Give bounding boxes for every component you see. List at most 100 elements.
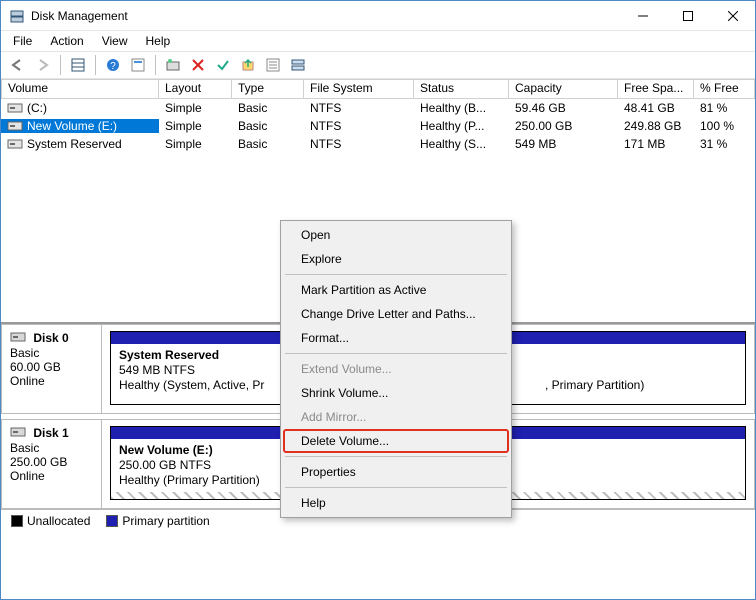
disk-type: Basic [10, 346, 39, 360]
cell-pfree: 31 % [694, 137, 754, 151]
back-button[interactable] [7, 54, 29, 76]
disk-id: Disk 1 [33, 426, 68, 440]
app-icon [9, 8, 25, 24]
context-menu: Open Explore Mark Partition as Active Ch… [280, 220, 512, 518]
cell-fs: NTFS [304, 137, 414, 151]
menu-help[interactable]: Help [138, 33, 179, 49]
ctx-properties[interactable]: Properties [283, 460, 509, 484]
disk-status: Online [10, 469, 45, 483]
refresh-icon[interactable] [162, 54, 184, 76]
table-row[interactable]: System Reserved Simple Basic NTFS Health… [1, 135, 755, 153]
partition-size: 250.00 GB NTFS [119, 458, 211, 472]
swatch-unallocated [11, 515, 23, 527]
close-button[interactable] [710, 1, 755, 30]
toolbar-separator [95, 55, 96, 75]
ctx-separator [285, 274, 507, 275]
col-percent-free[interactable]: % Free [694, 79, 755, 99]
list-icon[interactable] [262, 54, 284, 76]
cell-layout: Simple [159, 119, 232, 133]
ctx-shrink-volume[interactable]: Shrink Volume... [283, 381, 509, 405]
cell-fs: NTFS [304, 119, 414, 133]
toolbar-separator [60, 55, 61, 75]
cell-free: 48.41 GB [618, 101, 694, 115]
ctx-format[interactable]: Format... [283, 326, 509, 350]
ctx-change-letter[interactable]: Change Drive Letter and Paths... [283, 302, 509, 326]
partition-title: System Reserved [119, 348, 219, 362]
cell-fs: NTFS [304, 101, 414, 115]
partition[interactable]: System Reserved 549 MB NTFS Healthy (Sys… [110, 331, 285, 405]
partition-status: Healthy (System, Active, Pr [119, 378, 264, 392]
disk-label[interactable]: Disk 0 Basic 60.00 GB Online [2, 325, 102, 413]
legend-unallocated: Unallocated [11, 514, 90, 528]
col-status[interactable]: Status [414, 79, 509, 99]
volume-name: System Reserved [27, 137, 122, 151]
svg-text:?: ? [110, 61, 116, 72]
ctx-add-mirror: Add Mirror... [283, 405, 509, 429]
ctx-separator [285, 353, 507, 354]
col-volume[interactable]: Volume [1, 79, 159, 99]
ctx-delete-volume[interactable]: Delete Volume... [283, 429, 509, 453]
ctx-extend-volume: Extend Volume... [283, 357, 509, 381]
disk-type: Basic [10, 441, 39, 455]
detail-icon[interactable] [287, 54, 309, 76]
partition-status: , Primary Partition) [545, 378, 644, 392]
disk-label[interactable]: Disk 1 Basic 250.00 GB Online [2, 420, 102, 508]
table-row[interactable]: (C:) Simple Basic NTFS Healthy (B... 59.… [1, 99, 755, 117]
table-view-icon[interactable] [67, 54, 89, 76]
menu-file[interactable]: File [5, 33, 40, 49]
cell-capacity: 59.46 GB [509, 101, 618, 115]
partition-color-bar [111, 332, 284, 344]
partition-title: New Volume (E:) [119, 443, 213, 457]
drive-icon [7, 120, 23, 132]
disk-id: Disk 0 [33, 331, 68, 345]
menu-action[interactable]: Action [42, 33, 91, 49]
volume-name: (C:) [27, 101, 47, 115]
cell-layout: Simple [159, 137, 232, 151]
toolbar: ? [1, 51, 755, 79]
disk-size: 250.00 GB [10, 455, 67, 469]
disk-icon [10, 331, 26, 346]
col-capacity[interactable]: Capacity [509, 79, 618, 99]
cell-status: Healthy (B... [414, 101, 509, 115]
menu-view[interactable]: View [94, 33, 136, 49]
menubar: File Action View Help [1, 31, 755, 51]
window-controls [620, 1, 755, 30]
maximize-button[interactable] [665, 1, 710, 30]
cell-capacity: 549 MB [509, 137, 618, 151]
ctx-help[interactable]: Help [283, 491, 509, 515]
cell-status: Healthy (S... [414, 137, 509, 151]
ctx-separator [285, 487, 507, 488]
cell-type: Basic [232, 119, 304, 133]
partition-size: 549 MB NTFS [119, 363, 195, 377]
col-type[interactable]: Type [232, 79, 304, 99]
toolbar-separator [155, 55, 156, 75]
cell-pfree: 100 % [694, 119, 754, 133]
minimize-button[interactable] [620, 1, 665, 30]
forward-button[interactable] [32, 54, 54, 76]
cell-type: Basic [232, 137, 304, 151]
delete-icon[interactable] [187, 54, 209, 76]
cell-free: 171 MB [618, 137, 694, 151]
cell-pfree: 81 % [694, 101, 754, 115]
cell-status: Healthy (P... [414, 119, 509, 133]
col-free[interactable]: Free Spa... [618, 79, 694, 99]
titlebar: Disk Management [1, 1, 755, 31]
col-layout[interactable]: Layout [159, 79, 232, 99]
col-fs[interactable]: File System [304, 79, 414, 99]
ctx-open[interactable]: Open [283, 223, 509, 247]
ctx-separator [285, 456, 507, 457]
cell-layout: Simple [159, 101, 232, 115]
table-row[interactable]: New Volume (E:) Simple Basic NTFS Health… [1, 117, 755, 135]
check-icon[interactable] [212, 54, 234, 76]
ctx-explore[interactable]: Explore [283, 247, 509, 271]
drive-icon [7, 102, 23, 114]
cell-free: 249.88 GB [618, 119, 694, 133]
export-icon[interactable] [237, 54, 259, 76]
volume-list-header: Volume Layout Type File System Status Ca… [1, 79, 755, 99]
help-icon[interactable]: ? [102, 54, 124, 76]
legend-primary: Primary partition [106, 514, 209, 528]
cell-type: Basic [232, 101, 304, 115]
properties-icon[interactable] [127, 54, 149, 76]
drive-icon [7, 138, 23, 150]
ctx-mark-active[interactable]: Mark Partition as Active [283, 278, 509, 302]
